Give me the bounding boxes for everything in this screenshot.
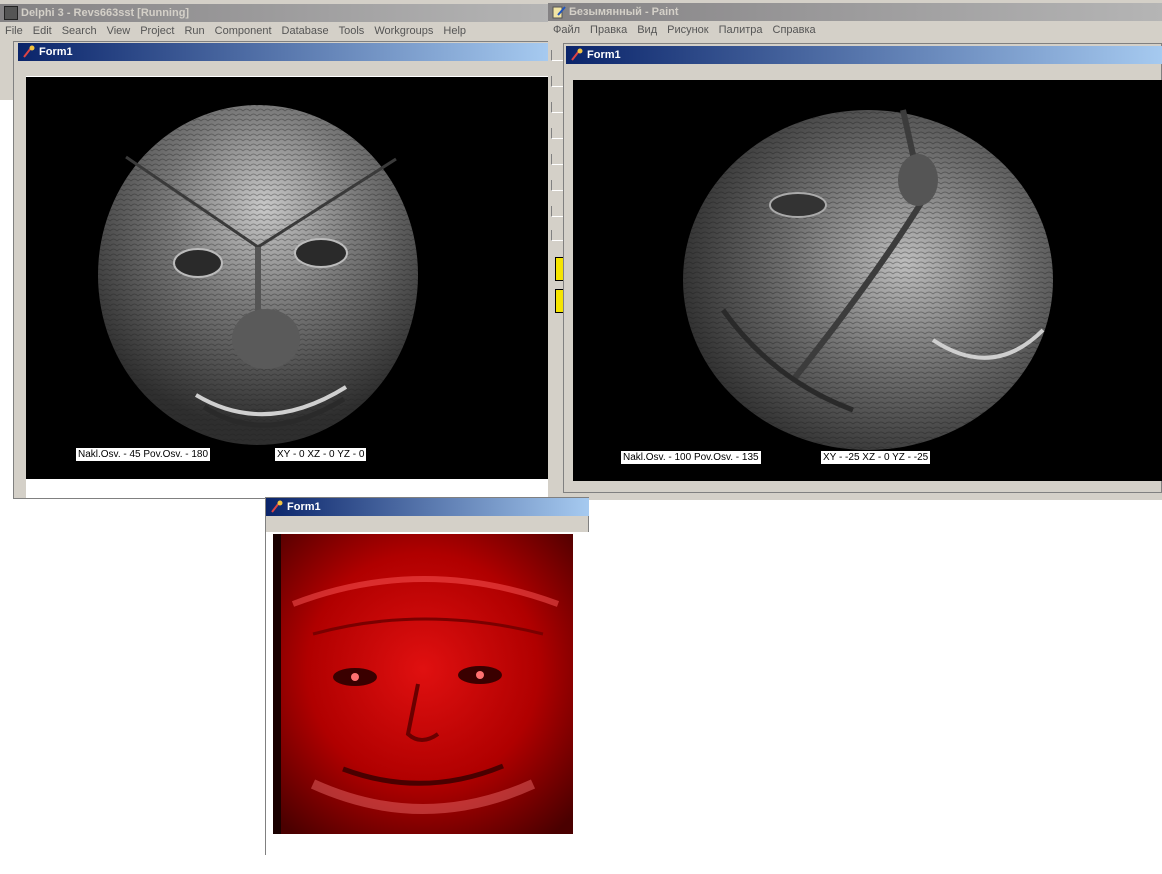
delphi-form-icon (22, 45, 36, 59)
menu-help-ru[interactable]: Справка (768, 24, 821, 36)
menu-file[interactable]: File (0, 25, 28, 37)
menu-database[interactable]: Database (277, 25, 334, 37)
delphi-menu-bar: File Edit Search View Project Run Component Dat… (0, 22, 548, 40)
form-right-title: Form1 (587, 49, 621, 61)
form-bottom: Form1 (265, 497, 589, 855)
status-rotation-left: XY - 0 XZ - 0 YZ - 0 (275, 448, 367, 461)
status-rotation-right: XY - -25 XZ - 0 YZ - -25 (821, 451, 931, 464)
form-right: Form1 Nakl.Osv. - 100 Pov.Osv. - 135 XY … (563, 43, 1162, 493)
paint-menu-bar: Файл Правка Вид Рисунок Палитра Справка (548, 21, 1162, 39)
form-bottom-title: Form1 (287, 501, 321, 513)
paint-app-icon (552, 5, 566, 19)
menu-file-ru[interactable]: Файл (548, 24, 585, 36)
render-canvas-left (26, 77, 548, 479)
menu-workgroups[interactable]: Workgroups (369, 25, 438, 37)
form-left-title-bar[interactable]: Form1 (18, 43, 548, 61)
menu-run[interactable]: Run (179, 25, 209, 37)
status-lighting-left: Nakl.Osv. - 45 Pov.Osv. - 180 (76, 448, 211, 461)
menu-view[interactable]: View (102, 25, 136, 37)
menu-palette-ru[interactable]: Палитра (714, 24, 768, 36)
delphi-app-icon (4, 6, 18, 21)
menu-project[interactable]: Project (135, 25, 179, 37)
form-right-title-bar[interactable]: Form1 (566, 46, 1162, 64)
menu-component[interactable]: Component (210, 25, 277, 37)
paint-title: Безымянный - Paint (569, 6, 679, 18)
menu-view-ru[interactable]: Вид (632, 24, 662, 36)
form-left: Form1 Nakl.Osv. - 45 Pov.Osv. - 180 XY -… (13, 41, 549, 499)
menu-edit[interactable]: Edit (28, 25, 57, 37)
render-canvas-right (573, 80, 1162, 481)
delphi-form-icon (570, 48, 584, 62)
form-left-title: Form1 (39, 46, 73, 58)
menu-image-ru[interactable]: Рисунок (662, 24, 714, 36)
menu-help[interactable]: Help (438, 25, 471, 37)
delphi-form-icon (270, 500, 284, 514)
menu-tools[interactable]: Tools (334, 25, 370, 37)
status-lighting-right: Nakl.Osv. - 100 Pov.Osv. - 135 (621, 451, 761, 464)
menu-edit-ru[interactable]: Правка (585, 24, 632, 36)
red-face-photo (273, 534, 573, 834)
delphi-title-bar[interactable]: Delphi 3 - Revs663sst [Running] (0, 4, 548, 22)
form-bottom-title-bar[interactable]: Form1 (266, 498, 589, 516)
paint-title-bar[interactable]: Безымянный - Paint (548, 3, 1162, 21)
delphi-title: Delphi 3 - Revs663sst [Running] (21, 7, 190, 19)
menu-search[interactable]: Search (57, 25, 102, 37)
